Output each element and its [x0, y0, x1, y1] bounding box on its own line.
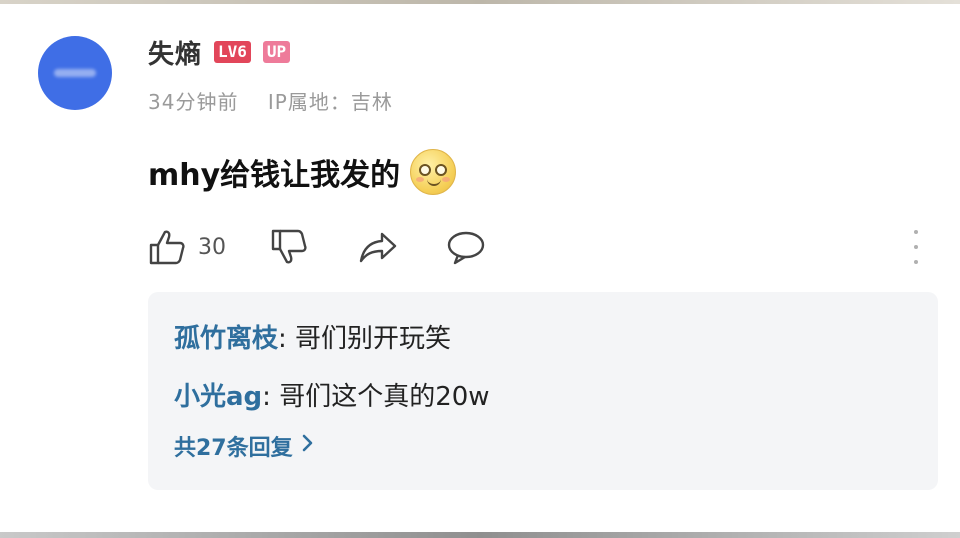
reply-separator: : [278, 324, 296, 354]
replies-panel: 孤竹离枝: 哥们别开玩笑 小光ag: 哥们这个真的20w 共27条回复 [148, 292, 938, 490]
reply-item[interactable]: 孤竹离枝: 哥们别开玩笑 [174, 318, 451, 355]
more-dot [914, 260, 918, 264]
emoji-mouth [427, 179, 442, 186]
ip-location: IP属地：吉林 [267, 90, 393, 114]
up-badge: UP [262, 41, 291, 63]
emoji-left-cheek [416, 177, 425, 182]
view-all-replies-label: 共27条回复 [174, 436, 293, 461]
reply-text: 哥们这个真的20w [279, 382, 490, 412]
share-icon [358, 228, 398, 266]
dislike-button[interactable] [270, 226, 308, 268]
bottom-edge [0, 532, 960, 538]
more-vertical-icon[interactable] [906, 230, 926, 264]
comment-screen: 失熵 LV6 UP 34分钟前 IP属地：吉林 mhy给钱让我发的 30 孤竹离… [0, 0, 960, 538]
reply-author[interactable]: 小光ag [174, 382, 262, 412]
view-all-replies-link[interactable]: 共27条回复 [174, 430, 315, 462]
avatar[interactable] [38, 36, 112, 110]
emoji-right-eye [435, 164, 448, 176]
comment-text: mhy给钱让我发的 [148, 158, 401, 193]
level-badge: LV6 [214, 41, 251, 63]
meta-spacer [246, 90, 261, 114]
thumbs-down-icon [270, 228, 308, 266]
comment-icon [446, 228, 486, 266]
thumbs-up-icon [148, 228, 186, 266]
username[interactable]: 失熵 [148, 34, 202, 71]
reply-button[interactable] [446, 226, 486, 268]
reply-item[interactable]: 小光ag: 哥们这个真的20w [174, 376, 490, 413]
reply-author[interactable]: 孤竹离枝 [174, 324, 278, 354]
like-button[interactable]: 30 [148, 226, 226, 268]
like-count: 30 [198, 234, 226, 260]
smiling-face-emoji [410, 149, 457, 195]
more-dot [914, 230, 918, 234]
more-dot [914, 245, 918, 249]
comment-meta: 34分钟前 IP属地：吉林 [148, 86, 393, 115]
comment-actions: 30 [148, 226, 486, 268]
reply-separator: : [262, 382, 280, 412]
emoji-left-eye [419, 164, 432, 176]
emoji-right-cheek [442, 177, 451, 182]
comment-time: 34分钟前 [148, 90, 239, 114]
reply-text: 哥们别开玩笑 [295, 324, 452, 354]
user-header: 失熵 LV6 UP [148, 34, 291, 71]
share-button[interactable] [358, 226, 398, 268]
comment-body: mhy给钱让我发的 [148, 146, 457, 198]
top-edge [0, 0, 960, 4]
chevron-right-icon [301, 433, 315, 459]
avatar-blurred-mark [54, 69, 96, 77]
